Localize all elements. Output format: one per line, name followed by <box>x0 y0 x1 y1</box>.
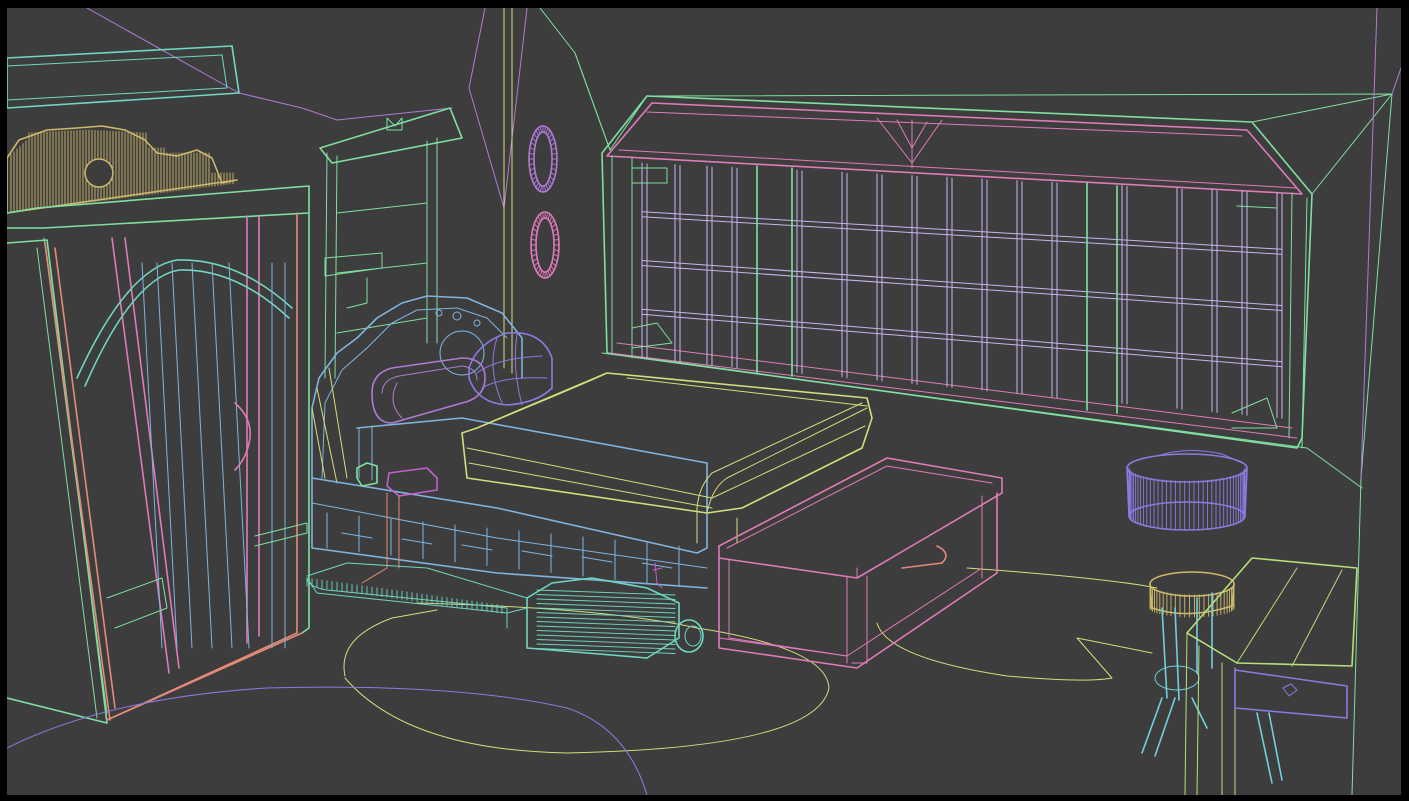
wall-panel <box>7 45 240 109</box>
bed <box>311 372 873 589</box>
wardrobe <box>7 185 310 724</box>
chest <box>718 457 1003 669</box>
decorative-crest <box>7 125 238 214</box>
bed-side-items <box>356 462 663 589</box>
pillow-left <box>371 357 486 424</box>
wall-rings <box>528 125 560 279</box>
rug <box>7 567 1158 795</box>
headboard <box>311 295 523 484</box>
room-walls <box>7 8 1401 795</box>
roll-object <box>306 562 704 659</box>
desk <box>1184 557 1358 795</box>
wireframe-scene <box>7 8 1401 795</box>
shelf-window <box>319 107 463 379</box>
stool <box>1141 571 1235 757</box>
viewport-frame <box>0 0 1409 801</box>
wireframe-viewport[interactable] <box>7 8 1401 795</box>
basket <box>1126 449 1248 531</box>
big-window <box>601 95 1313 449</box>
